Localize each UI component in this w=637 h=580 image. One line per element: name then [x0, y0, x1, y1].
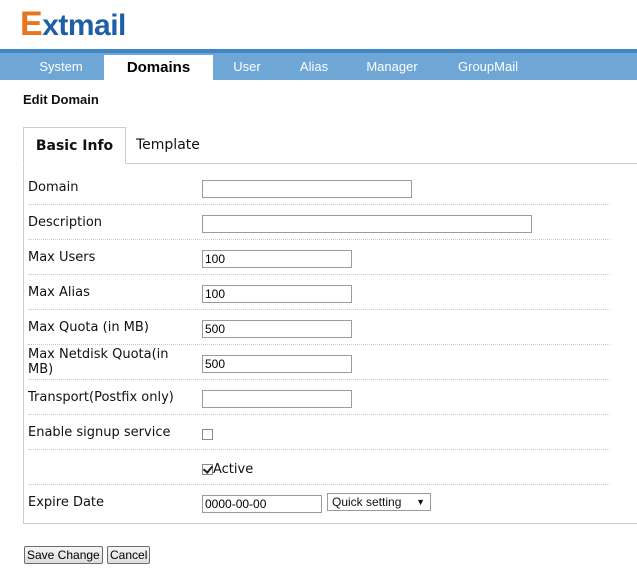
quick-setting-value: Quick setting — [332, 495, 402, 509]
row-max-quota: Max Quota (in MB) — [28, 310, 610, 345]
max-quota-label: Max Quota (in MB) — [28, 320, 149, 335]
domain-label: Domain — [28, 180, 79, 195]
description-input[interactable] — [202, 215, 532, 233]
row-description: Description — [28, 205, 610, 240]
row-active: Active — [28, 450, 610, 485]
save-change-button[interactable]: Save Change — [24, 546, 103, 564]
nav-domains[interactable]: Domains — [104, 55, 213, 80]
max-users-label: Max Users — [28, 250, 96, 265]
row-max-users: Max Users — [28, 240, 610, 275]
logo-letter-e: E — [20, 5, 43, 43]
domain-input[interactable] — [202, 180, 412, 198]
row-enable-signup: Enable signup service — [28, 415, 610, 450]
max-alias-input[interactable] — [202, 285, 352, 303]
row-expire-date: Expire Date Quick setting ▼ — [28, 485, 610, 520]
cancel-button[interactable]: Cancel — [107, 546, 151, 564]
dropdown-arrow-icon: ▼ — [416, 497, 425, 507]
expire-date-label: Expire Date — [28, 495, 105, 510]
row-max-alias: Max Alias — [28, 275, 610, 310]
row-max-netdisk-quota: Max Netdisk Quota(in MB) — [28, 345, 610, 380]
tab-basic-info[interactable]: Basic Info — [23, 127, 126, 164]
active-label: Active — [213, 462, 254, 477]
max-quota-input[interactable] — [202, 320, 352, 338]
logo-text: xtmail — [42, 9, 126, 42]
page-title: Edit Domain — [23, 92, 99, 107]
expire-date-input[interactable] — [202, 495, 322, 513]
nav-alias[interactable]: Alias — [284, 53, 344, 80]
quick-setting-select[interactable]: Quick setting ▼ — [327, 493, 431, 511]
transport-input[interactable] — [202, 390, 352, 408]
max-netdisk-label: Max Netdisk Quota(in MB) — [28, 347, 169, 377]
signup-checkbox[interactable] — [202, 429, 213, 440]
signup-label: Enable signup service — [28, 425, 171, 440]
active-checkbox[interactable] — [202, 464, 213, 475]
nav-system[interactable]: System — [22, 53, 100, 80]
transport-label: Transport(Postfix only) — [28, 390, 174, 405]
row-domain: Domain — [28, 170, 610, 205]
nav-user[interactable]: User — [217, 53, 277, 80]
tab-template[interactable]: Template — [136, 127, 200, 163]
nav-groupmail[interactable]: GroupMail — [445, 53, 531, 80]
max-users-input[interactable] — [202, 250, 352, 268]
main-nav: System Domains User Alias Manager GroupM… — [0, 53, 637, 80]
row-transport: Transport(Postfix only) — [28, 380, 610, 415]
max-alias-label: Max Alias — [28, 285, 90, 300]
nav-manager[interactable]: Manager — [352, 53, 432, 80]
description-label: Description — [28, 215, 103, 230]
extmail-logo: Extmail — [20, 6, 126, 42]
max-netdisk-input[interactable] — [202, 355, 352, 373]
